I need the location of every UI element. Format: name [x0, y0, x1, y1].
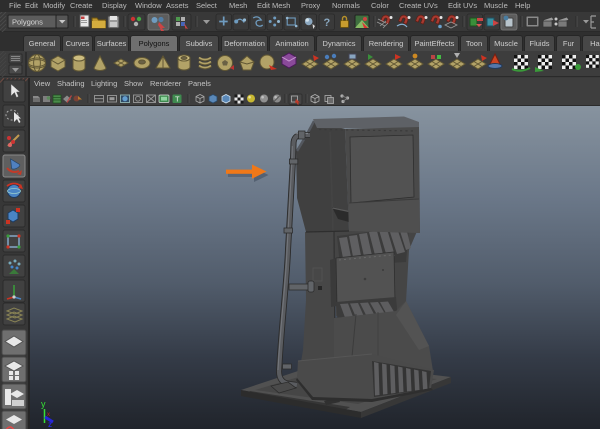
svg-text:y: y [41, 399, 46, 409]
svg-text:z: z [48, 420, 52, 429]
svg-text:Polygons: Polygons [12, 18, 43, 27]
svg-text:T: T [175, 95, 180, 104]
svg-text:?: ? [324, 17, 331, 29]
